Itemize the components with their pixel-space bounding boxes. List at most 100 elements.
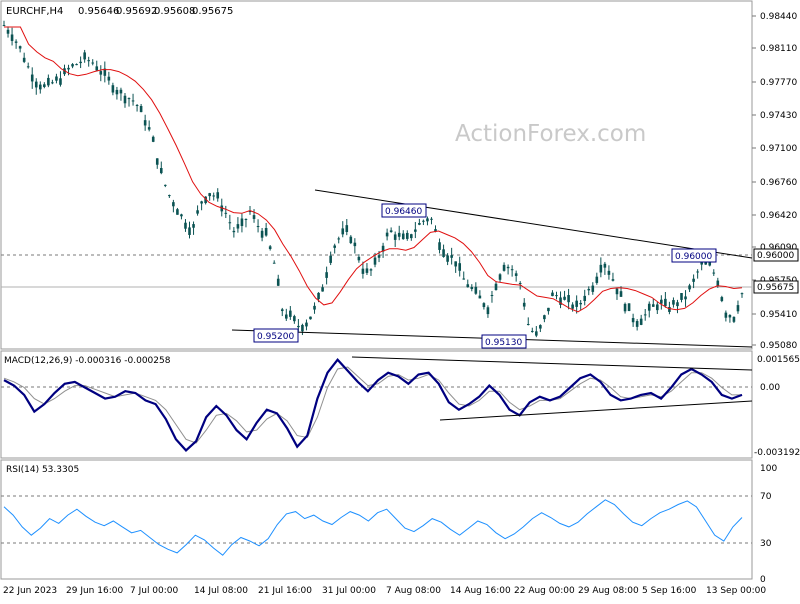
macd-panel [0, 350, 753, 459]
watermark: ActionForex.com [455, 121, 646, 147]
rsi-title: RSI(14) 53.3305 [6, 465, 79, 475]
candle-body [397, 232, 401, 237]
candle-body [712, 272, 716, 274]
candle-body [305, 322, 308, 327]
candle-body [196, 210, 199, 214]
candle-body [571, 304, 574, 309]
candle-body [59, 78, 62, 85]
candle-body [43, 84, 46, 87]
candle-body [337, 238, 341, 240]
annotation-096460: 0.96460 [381, 203, 427, 218]
candle-body [313, 305, 316, 310]
candle-body [127, 98, 131, 100]
candle-body [180, 214, 183, 217]
candle-body [676, 302, 679, 307]
candle-body [2, 25, 6, 27]
candle-body [172, 202, 175, 207]
candle-body [377, 255, 381, 258]
candle-body [696, 271, 699, 273]
candle-body [293, 316, 296, 322]
candle-body [365, 268, 369, 273]
candle-body [405, 232, 409, 239]
candle-body [22, 57, 26, 62]
candle-body [95, 66, 99, 71]
candle-body [159, 168, 163, 174]
candle-body [131, 100, 135, 102]
candle-body [55, 76, 58, 81]
candle-body [583, 295, 587, 301]
candle-body [535, 331, 538, 336]
candle-body [619, 291, 623, 297]
candle-body [587, 288, 591, 291]
candle-body [591, 285, 595, 292]
candle-body [147, 127, 151, 130]
candle-body [490, 295, 494, 297]
candle-body [462, 278, 466, 280]
y-tick-label: 0.95080 [760, 341, 797, 351]
moving-average-line [4, 26, 743, 313]
macd-upper-trendline [351, 356, 753, 371]
candle-body [438, 242, 441, 250]
level-price-text: 0.96000 [757, 251, 794, 261]
ohlc-low: 0.95608 [154, 6, 195, 17]
candle-body [184, 222, 187, 229]
candle-body [410, 234, 413, 239]
candle-body [422, 220, 425, 222]
candle-body [567, 295, 570, 303]
candle-body [309, 316, 312, 320]
candle-body [688, 285, 691, 290]
x-tick-label: 21 Jul 16:00 [258, 586, 312, 596]
y-tick-label: 0.96760 [760, 178, 797, 188]
candle-body [728, 314, 732, 318]
candle-body [176, 209, 179, 215]
candle-body [732, 316, 736, 322]
candle-body [720, 297, 724, 302]
candle-body [458, 263, 462, 271]
annotation-095200: 0.95200 [253, 328, 299, 343]
candle-body [264, 227, 268, 236]
candle-body [345, 225, 349, 232]
candle-body [67, 67, 70, 70]
macd-line [3, 357, 743, 452]
candle-body [240, 218, 244, 227]
candle-body [10, 34, 14, 41]
candle-body [256, 226, 260, 228]
candle-body [482, 303, 486, 308]
candle-body [627, 303, 631, 311]
candle-body [740, 293, 744, 295]
current-price-tag: 0.95675 [753, 280, 799, 294]
candle-body [430, 218, 433, 220]
candle-body [252, 215, 256, 219]
candle-body [135, 105, 139, 107]
candle-body [325, 272, 328, 278]
candle-body [30, 74, 34, 82]
candle-body [47, 77, 50, 86]
candle-body [99, 71, 103, 75]
candle-body [518, 283, 522, 285]
candle-body [357, 256, 361, 261]
candle-body [353, 242, 357, 247]
candle-body [716, 280, 720, 286]
candle-body [164, 184, 167, 186]
candle-body [502, 264, 506, 271]
candle-body [212, 195, 216, 197]
candle-body [454, 261, 457, 267]
candle-body [317, 292, 320, 300]
candle-body [341, 228, 345, 235]
candle-body [680, 293, 683, 300]
price-panel [0, 0, 753, 350]
annotation-label: 0.96000 [675, 252, 712, 262]
candle-body [333, 245, 336, 248]
candle-body [498, 274, 502, 280]
candle-body [361, 268, 365, 274]
candle-body [289, 310, 292, 317]
candle-body [623, 303, 627, 312]
candle-body [115, 89, 119, 95]
eurchf-chart: ActionForex.com EURCHF,H4 0.95646 0.9569… [0, 0, 800, 600]
candle-body [651, 304, 655, 307]
candle-body [450, 255, 453, 258]
candle-body [321, 287, 324, 292]
y-tick-label: 0.98110 [760, 44, 797, 54]
candle-body [470, 286, 474, 289]
candle-body [393, 234, 397, 240]
